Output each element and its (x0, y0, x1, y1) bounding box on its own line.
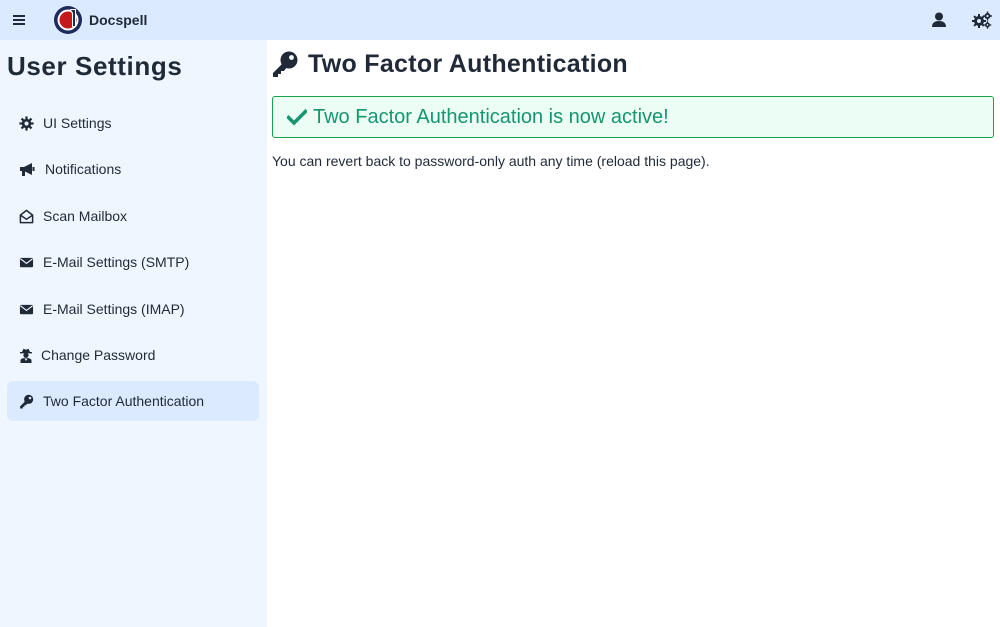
docspell-logo[interactable] (53, 5, 83, 35)
cog-icon (19, 116, 34, 131)
sidebar-item-label: E-Mail Settings (IMAP) (43, 301, 185, 317)
app-name[interactable]: Docspell (89, 12, 147, 28)
sidebar-item-ui-settings[interactable]: UI Settings (7, 103, 259, 143)
sidebar-item-change-password[interactable]: Change Password (7, 335, 259, 375)
sidebar-item-label: Two Factor Authentication (43, 393, 205, 409)
page-title: Two Factor Authentication (308, 50, 628, 78)
bullhorn-icon (19, 162, 35, 177)
top-bar: Docspell (0, 0, 1000, 40)
sidebar-item-email-imap[interactable]: E-Mail Settings (IMAP) (7, 289, 259, 329)
envelope-open-icon (19, 209, 34, 224)
sidebar-item-label: Notifications (45, 161, 122, 177)
success-message: Two Factor Authentication is now active! (313, 106, 669, 128)
user-secret-icon (19, 348, 34, 363)
sidebar-item-email-smtp[interactable]: E-Mail Settings (SMTP) (7, 242, 259, 282)
sidebar-item-scan-mailbox[interactable]: Scan Mailbox (7, 196, 259, 236)
sidebar-item-label: UI Settings (43, 115, 112, 131)
success-alert: Two Factor Authentication is now active! (272, 96, 994, 138)
sidebar-title: User Settings (7, 51, 183, 81)
user-icon[interactable] (929, 10, 949, 30)
check-icon (285, 107, 309, 127)
key-icon (19, 394, 34, 409)
sidebar-item-label: Change Password (41, 347, 156, 363)
envelope-icon (19, 302, 34, 317)
sidebar: User Settings UI Settings Notifications … (0, 40, 267, 627)
sidebar-item-two-factor-auth[interactable]: Two Factor Authentication (7, 381, 259, 421)
hamburger-menu-icon[interactable] (8, 9, 30, 31)
sidebar-item-label: E-Mail Settings (SMTP) (43, 254, 190, 270)
envelope-icon (19, 255, 34, 270)
key-icon (271, 50, 299, 78)
revert-info-text: You can revert back to password-only aut… (272, 153, 710, 169)
sidebar-item-notifications[interactable]: Notifications (7, 149, 259, 189)
sidebar-item-label: Scan Mailbox (43, 208, 128, 224)
cogs-icon[interactable] (971, 10, 993, 30)
